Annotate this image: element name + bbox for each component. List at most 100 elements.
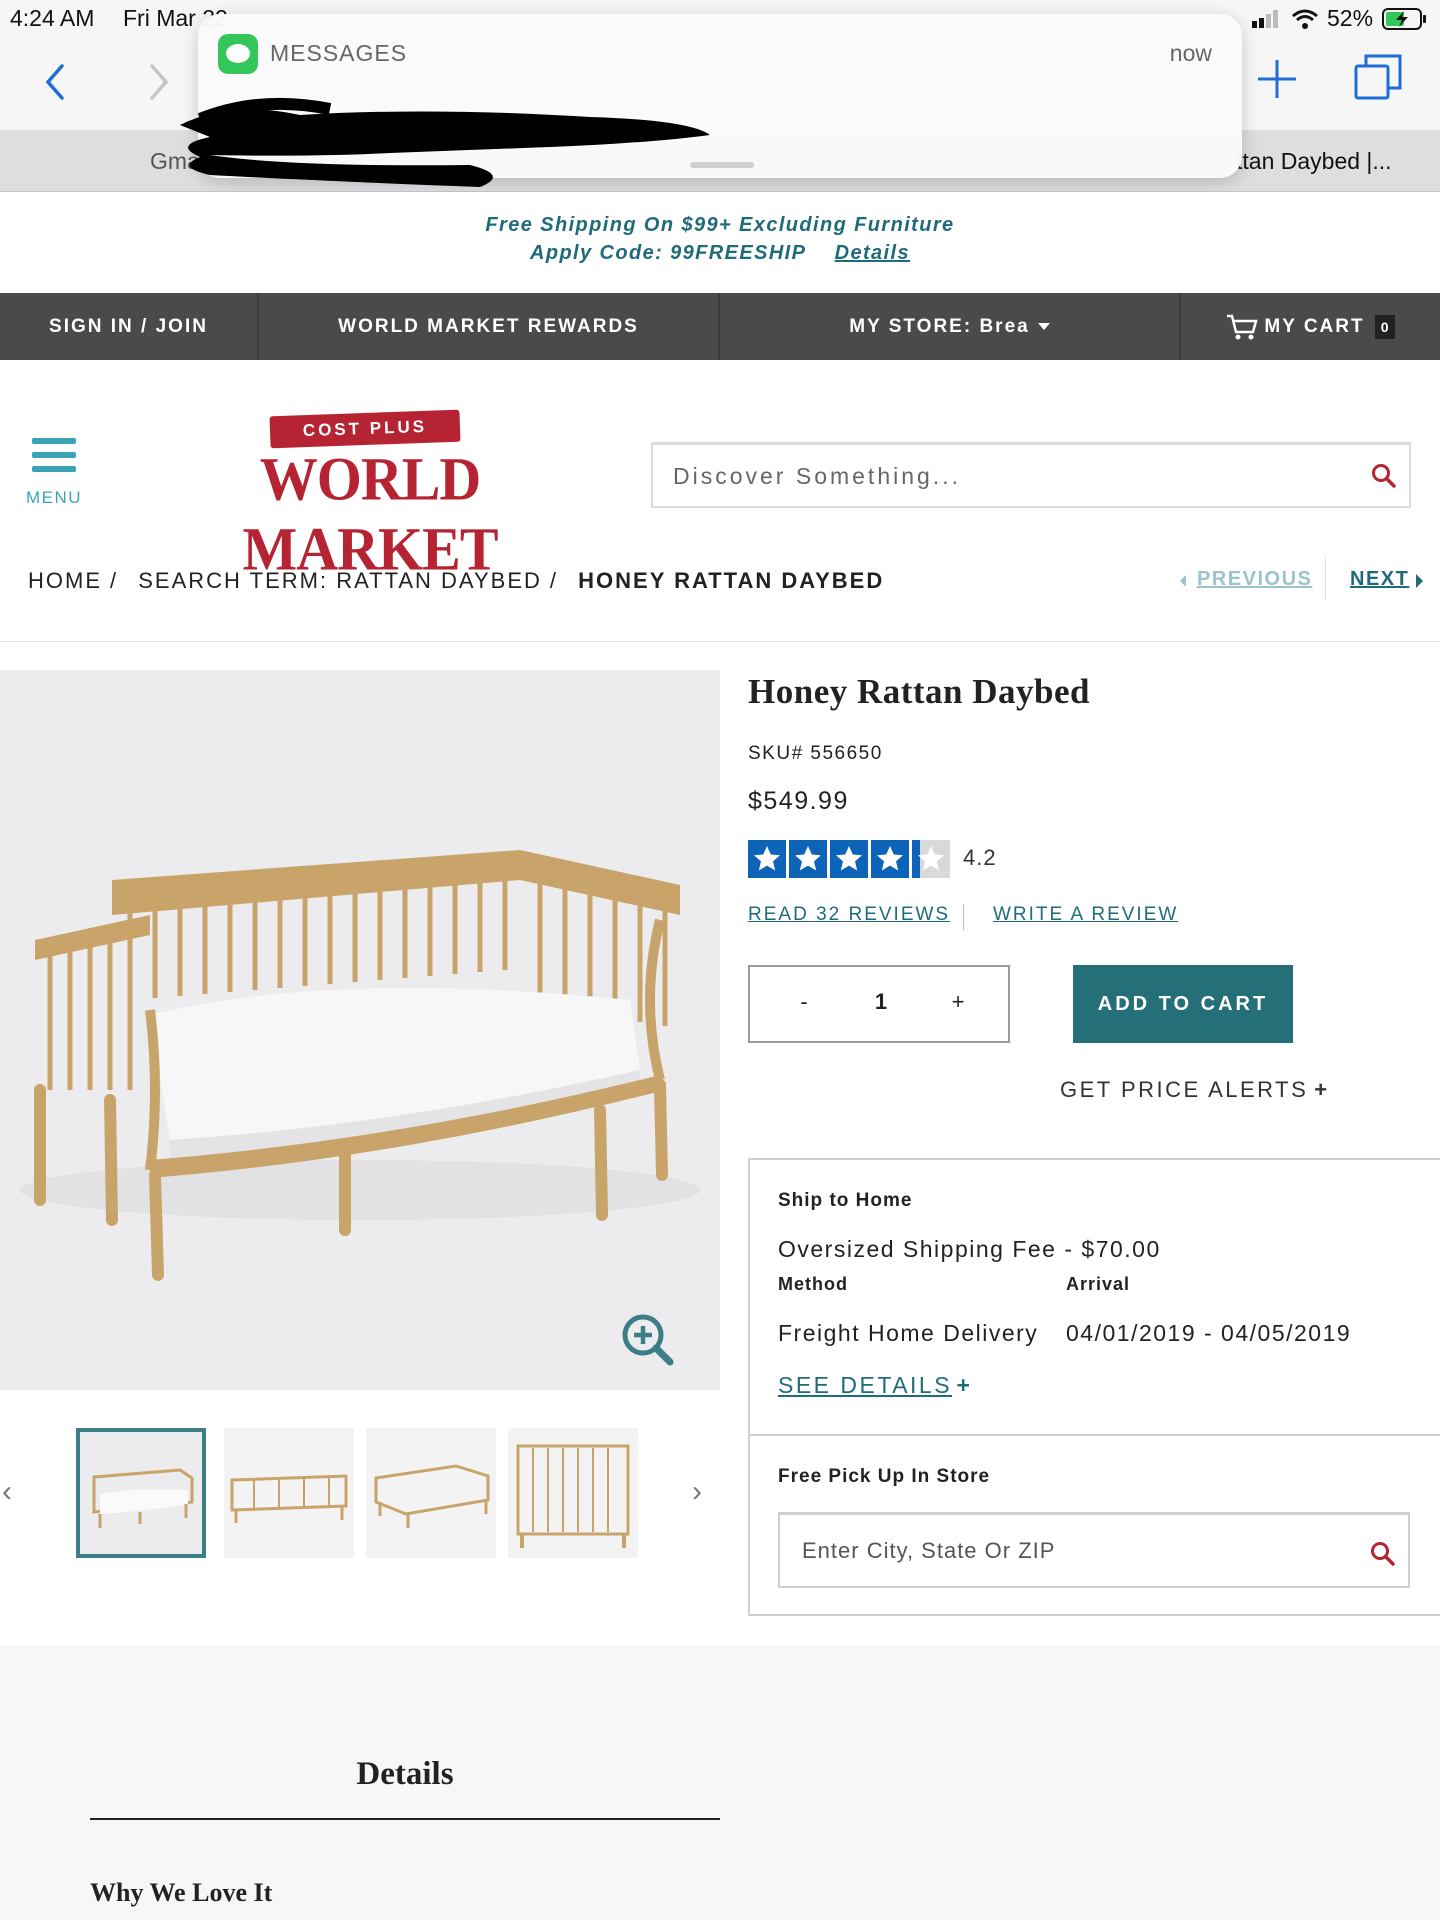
arrival-label: Arrival	[1066, 1274, 1131, 1294]
write-review-link[interactable]: WRITE A REVIEW	[993, 904, 1178, 926]
breadcrumb-search[interactable]: SEARCH TERM: RATTAN DAYBED	[138, 568, 542, 593]
why-we-love-it-heading: Why We Love It	[90, 1878, 273, 1907]
promo-details-link[interactable]: Details	[835, 242, 910, 264]
menu-button[interactable]: MENU	[24, 438, 84, 508]
wifi-icon	[1292, 9, 1318, 29]
product-main-image[interactable]	[0, 670, 720, 1390]
quantity-stepper: - 1 +	[748, 965, 1010, 1043]
thumbnail-angle-image	[366, 1428, 496, 1558]
my-cart-label: MY CART	[1264, 316, 1365, 337]
tabs-overview-icon[interactable]	[1354, 54, 1402, 102]
plus-icon: +	[1314, 1077, 1330, 1102]
ship-to-home-heading: Ship to Home	[778, 1190, 913, 1211]
notification-app-name: MESSAGES	[270, 40, 408, 66]
search-bar	[651, 442, 1411, 508]
cellular-signal-icon	[1252, 10, 1278, 28]
hamburger-bar	[32, 452, 76, 458]
method-label: Method	[778, 1274, 848, 1294]
hamburger-bar	[32, 466, 76, 472]
breadcrumb-home[interactable]: HOME	[28, 568, 102, 593]
thumbnail-1[interactable]	[76, 1428, 206, 1558]
method-value: Freight Home Delivery	[778, 1320, 1039, 1346]
rating-value: 4.2	[963, 845, 997, 870]
quantity-value[interactable]: 1	[861, 989, 901, 1015]
forward-arrow-icon[interactable]	[146, 62, 170, 102]
battery-charging-icon	[1382, 8, 1426, 30]
my-store-dropdown[interactable]: MY STORE: Brea	[720, 293, 1179, 360]
quantity-increase-button[interactable]: +	[938, 989, 978, 1015]
battery-percent: 52%	[1327, 5, 1374, 31]
reviews-divider	[963, 904, 964, 930]
promo-banner: Free Shipping On $99+ Excluding Furnitur…	[0, 192, 1440, 293]
caret-down-icon	[1037, 323, 1050, 331]
next-link[interactable]: NEXT	[1350, 568, 1409, 591]
message-bubble-icon	[226, 44, 250, 63]
add-to-cart-button[interactable]: ADD TO CART	[1073, 965, 1293, 1043]
thumbnail-frame-image	[224, 1428, 354, 1558]
back-arrow-icon[interactable]	[44, 62, 68, 102]
breadcrumb: HOME / SEARCH TERM: RATTAN DAYBED / HONEY …	[28, 568, 885, 593]
star-icon	[912, 840, 950, 878]
browser-tab-4[interactable]: ttan Daybed |...	[1236, 148, 1392, 175]
previous-arrow-icon	[1180, 575, 1186, 587]
thumbnail-next-icon[interactable]: ›	[692, 1475, 702, 1509]
read-reviews-link[interactable]: READ 32 REVIEWS	[748, 904, 950, 926]
my-store-label: MY STORE:	[849, 316, 973, 337]
previous-link[interactable]: PREVIOUS	[1197, 568, 1312, 591]
shipping-fee: Oversized Shipping Fee - $70.00	[778, 1236, 1161, 1262]
zip-input[interactable]	[802, 1529, 1342, 1573]
star-icon	[830, 840, 868, 878]
sign-in-join-link[interactable]: SIGN IN / JOIN	[0, 293, 257, 360]
breadcrumb-current: HONEY RATTAN DAYBED	[578, 568, 885, 593]
tab-details[interactable]: Details	[90, 1756, 720, 1793]
star-rating[interactable]	[748, 840, 950, 878]
fulfillment-divider	[750, 1434, 1440, 1436]
zoom-in-icon[interactable]	[620, 1312, 676, 1368]
messages-app-icon	[218, 34, 258, 74]
daybed-illustration	[20, 850, 700, 1281]
search-input[interactable]	[673, 455, 1353, 497]
promo-code: Apply Code: 99FREESHIP	[529, 242, 806, 264]
status-time: 4:24 AM	[10, 5, 95, 31]
logo-ribbon: COST PLUS	[269, 409, 461, 449]
pickup-heading: Free Pick Up In Store	[778, 1466, 991, 1487]
thumbnail-side-image	[508, 1428, 638, 1558]
promo-free-shipping: Free Shipping On $99+ Excluding Furnitur…	[485, 214, 955, 236]
see-details-link[interactable]: SEE DETAILS +	[778, 1372, 972, 1399]
world-market-logo[interactable]: COST PLUS WORLD MARKET	[190, 405, 550, 583]
quantity-decrease-button[interactable]: -	[784, 989, 824, 1015]
promo-code-line: Apply Code: 99FREESHIP Details	[0, 242, 1440, 265]
product-sku: SKU# 556650	[748, 743, 883, 764]
see-details-label: SEE DETAILS	[778, 1372, 953, 1398]
hamburger-icon	[32, 438, 76, 444]
search-icon[interactable]	[1370, 1541, 1396, 1567]
star-icon	[789, 840, 827, 878]
price-alerts-toggle[interactable]: GET PRICE ALERTS +	[1060, 1077, 1330, 1103]
product-price: $549.99	[748, 787, 849, 815]
thumbnail-daybed-image	[80, 1432, 202, 1554]
thumbnail-4[interactable]	[508, 1428, 638, 1558]
thumbnail-3[interactable]	[366, 1428, 496, 1558]
my-store-name: Brea	[979, 316, 1030, 337]
search-icon[interactable]	[1371, 463, 1397, 489]
zip-search-box	[778, 1512, 1410, 1588]
star-icon	[871, 840, 909, 878]
menu-label: MENU	[25, 488, 83, 507]
redaction-scribble	[180, 97, 710, 187]
divider	[0, 641, 1440, 642]
cart-icon	[1227, 314, 1259, 340]
thumbnail-2[interactable]	[224, 1428, 354, 1558]
product-title: Honey Rattan Daybed	[748, 672, 1091, 711]
details-tab-underline	[90, 1818, 720, 1820]
arrival-value: 04/01/2019 - 04/05/2019	[1066, 1320, 1352, 1346]
pager-divider	[1325, 558, 1326, 600]
price-alerts-label: GET PRICE ALERTS	[1060, 1077, 1309, 1102]
logo-wordmark: WORLD MARKET	[242, 444, 499, 584]
rewards-link[interactable]: WORLD MARKET REWARDS	[259, 293, 718, 360]
notification-time: now	[1169, 40, 1212, 66]
star-icon	[748, 840, 786, 878]
thumbnail-prev-icon[interactable]: ‹	[2, 1475, 12, 1509]
my-cart-link[interactable]: MY CART 0	[1181, 293, 1440, 360]
new-tab-plus-icon[interactable]	[1256, 58, 1298, 100]
top-nav: SIGN IN / JOIN WORLD MARKET REWARDS MY S…	[0, 293, 1440, 360]
